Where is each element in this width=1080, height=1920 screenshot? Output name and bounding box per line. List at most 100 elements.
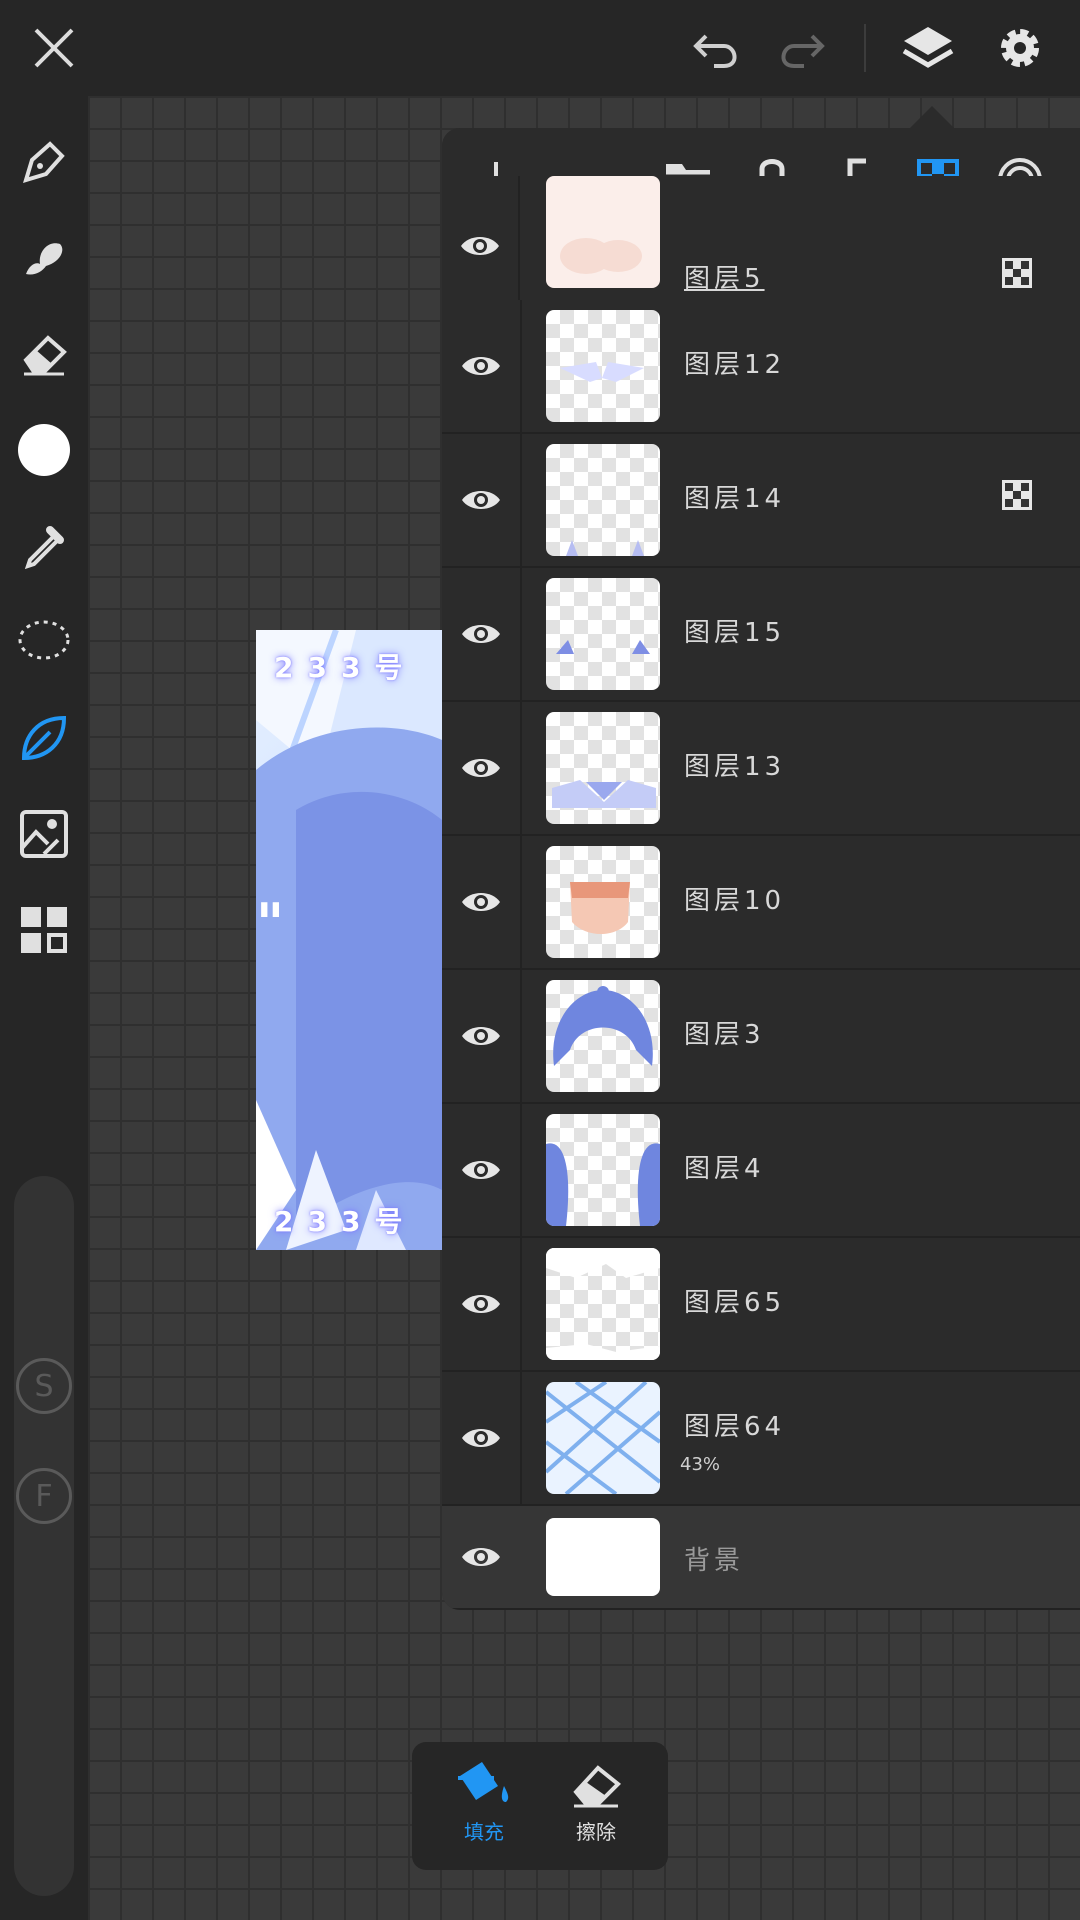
layer-row[interactable]: 图层5 bbox=[442, 176, 1080, 302]
smudge-tool[interactable] bbox=[14, 228, 74, 288]
grid-icon bbox=[21, 907, 67, 953]
layer-name: 图层4 bbox=[684, 1154, 765, 1184]
eye-icon bbox=[462, 893, 500, 911]
lasso-tool[interactable] bbox=[14, 612, 74, 672]
fill-label: 填充 bbox=[464, 1820, 504, 1844]
layer-thumbnail bbox=[546, 310, 660, 422]
thumbnail-art bbox=[556, 640, 650, 654]
image-icon bbox=[20, 810, 68, 858]
visibility-toggle[interactable] bbox=[442, 702, 522, 834]
layer-row[interactable]: 图层15 bbox=[442, 568, 1080, 702]
fill-button[interactable]: 填充 bbox=[434, 1758, 534, 1858]
eye-icon bbox=[462, 491, 500, 509]
eye-icon bbox=[462, 1161, 500, 1179]
thumbnail-art bbox=[560, 238, 642, 274]
visibility-toggle[interactable] bbox=[442, 176, 520, 300]
undo-button[interactable] bbox=[688, 18, 748, 78]
eye-icon bbox=[462, 759, 500, 777]
layer-row[interactable]: 图层12 bbox=[442, 300, 1080, 434]
thumbnail-art bbox=[553, 986, 653, 1066]
thumbnail-art bbox=[566, 540, 644, 556]
thumbnail-art bbox=[546, 1382, 660, 1494]
thumbnail-art bbox=[546, 1248, 660, 1360]
layer-row[interactable]: 图层65 bbox=[442, 1238, 1080, 1372]
erase-label: 擦除 bbox=[576, 1820, 616, 1844]
close-icon bbox=[34, 28, 74, 68]
layer-opacity: 43% bbox=[680, 1454, 721, 1475]
close-button[interactable] bbox=[24, 18, 84, 78]
layers-button[interactable] bbox=[898, 18, 958, 78]
visibility-toggle[interactable] bbox=[442, 1372, 522, 1504]
more-tools[interactable] bbox=[14, 900, 74, 960]
eyedropper-tool[interactable] bbox=[14, 516, 74, 576]
settings-button[interactable] bbox=[990, 18, 1050, 78]
layer-thumbnail bbox=[546, 980, 660, 1092]
layer-thumbnail bbox=[546, 1382, 660, 1494]
undo-icon bbox=[693, 34, 737, 68]
eye-icon bbox=[462, 1027, 500, 1045]
brush-size-slider[interactable] bbox=[14, 1176, 74, 1896]
top-bar bbox=[0, 0, 1080, 96]
layers-icon bbox=[902, 27, 954, 68]
artwork-quote: " bbox=[256, 892, 285, 955]
visibility-toggle[interactable] bbox=[442, 836, 522, 968]
leaf-icon bbox=[21, 715, 67, 761]
visibility-toggle[interactable] bbox=[442, 970, 522, 1102]
visibility-toggle[interactable] bbox=[442, 568, 522, 700]
smudge-icon bbox=[26, 243, 63, 275]
layers-panel: 图层5 图层12 图层14 图层15 图层13 图层10 图层3 图层4 图层6… bbox=[442, 128, 1080, 1610]
s-button[interactable]: S bbox=[16, 1358, 72, 1414]
layer-thumbnail bbox=[546, 1114, 660, 1226]
image-import[interactable] bbox=[14, 804, 74, 864]
layer-thumbnail bbox=[546, 444, 660, 556]
fill-erase-toolbar: 填充 擦除 bbox=[412, 1742, 668, 1870]
fill-bucket-icon bbox=[458, 1762, 509, 1802]
eye-icon bbox=[462, 1429, 500, 1447]
layer-name: 图层64 bbox=[684, 1412, 786, 1442]
fill-tool[interactable] bbox=[14, 708, 74, 768]
thumbnail-art bbox=[570, 882, 630, 934]
visibility-toggle[interactable] bbox=[442, 300, 522, 432]
layer-name: 图层10 bbox=[684, 886, 786, 916]
eye-icon bbox=[462, 357, 500, 375]
layer-name: 图层3 bbox=[684, 1020, 765, 1050]
eye-icon bbox=[461, 237, 499, 255]
color-swatch bbox=[18, 424, 70, 476]
panel-pointer bbox=[910, 106, 954, 128]
eraser-icon bbox=[573, 1765, 621, 1808]
visibility-toggle[interactable] bbox=[442, 1104, 522, 1236]
left-toolbar: S F bbox=[0, 96, 88, 1920]
layer-thumbnail bbox=[546, 1248, 660, 1360]
redo-button[interactable] bbox=[770, 18, 830, 78]
pen-tool[interactable] bbox=[14, 132, 74, 192]
layer-thumbnail bbox=[546, 846, 660, 958]
clipping-mask-icon bbox=[1002, 258, 1032, 288]
erase-button[interactable]: 擦除 bbox=[546, 1758, 646, 1858]
layer-row[interactable]: 图层14 bbox=[442, 434, 1080, 568]
eraser-icon bbox=[23, 335, 67, 376]
eraser-tool[interactable] bbox=[14, 324, 74, 384]
layer-thumbnail bbox=[546, 1518, 660, 1596]
eye-icon bbox=[462, 625, 500, 643]
f-button[interactable]: F bbox=[16, 1468, 72, 1524]
layer-row[interactable]: 图层64 43% bbox=[442, 1372, 1080, 1506]
pen-icon bbox=[23, 141, 65, 183]
eye-icon bbox=[462, 1548, 500, 1566]
visibility-toggle[interactable] bbox=[442, 434, 522, 566]
thumbnail-art bbox=[552, 780, 656, 808]
divider bbox=[864, 24, 866, 72]
artwork-bottom-text: 233号 bbox=[274, 1205, 417, 1238]
visibility-toggle[interactable] bbox=[442, 1238, 522, 1370]
thumbnail-art bbox=[560, 362, 644, 382]
layer-name: 图层5 bbox=[684, 264, 765, 294]
layer-thumbnail bbox=[546, 712, 660, 824]
layer-row[interactable]: 图层13 bbox=[442, 702, 1080, 836]
layer-name: 图层15 bbox=[684, 618, 786, 648]
gear-icon bbox=[1001, 29, 1039, 67]
layer-row[interactable]: 图层10 bbox=[442, 836, 1080, 970]
visibility-toggle[interactable] bbox=[442, 1506, 520, 1608]
color-picker[interactable] bbox=[14, 420, 74, 480]
layer-row[interactable]: 图层4 bbox=[442, 1104, 1080, 1238]
background-layer-row[interactable]: 背景 bbox=[442, 1506, 1080, 1610]
layer-row[interactable]: 图层3 bbox=[442, 970, 1080, 1104]
